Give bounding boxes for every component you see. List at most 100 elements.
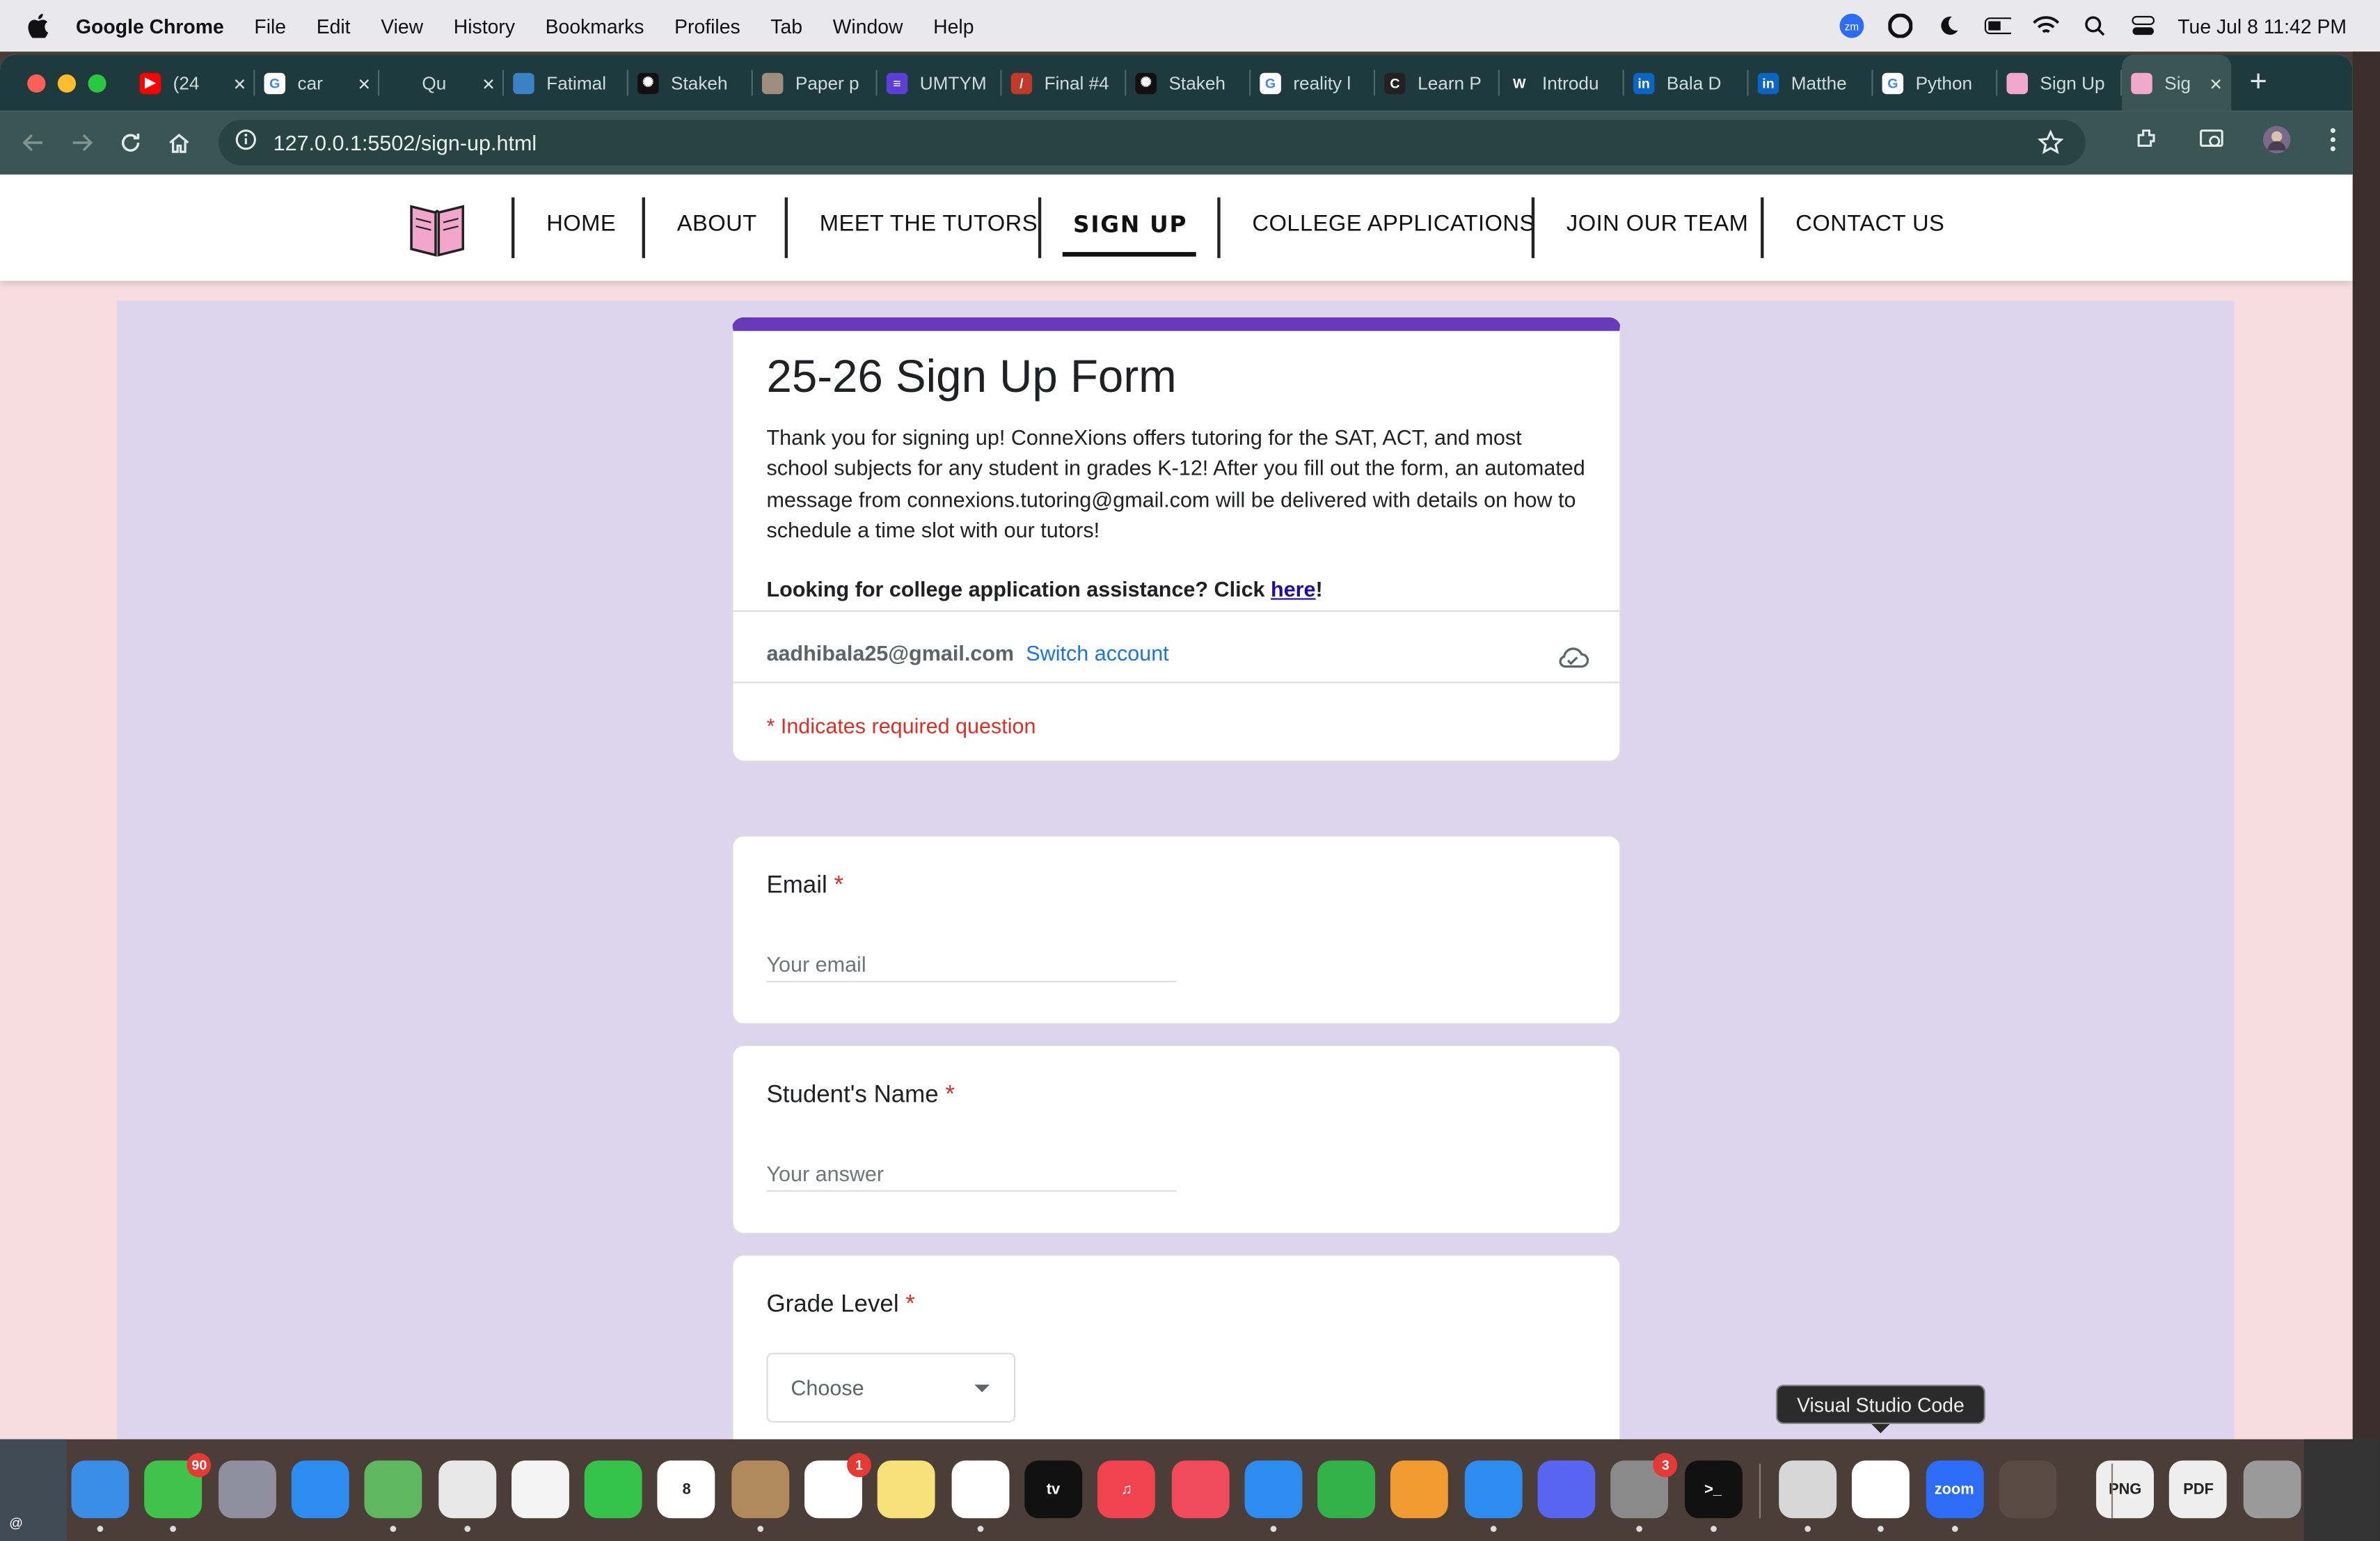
close-tab-icon[interactable]: ×: [482, 70, 495, 95]
dock-app-zoom-icon[interactable]: zoom: [1925, 1460, 1983, 1519]
switch-account-link[interactable]: Switch account: [1026, 641, 1168, 665]
menu-tab[interactable]: Tab: [770, 15, 802, 38]
browser-tab[interactable]: ≡ UMTYM: [878, 55, 1002, 111]
browser-tab[interactable]: ▶ (24 ×: [131, 55, 255, 111]
site-info-icon[interactable]: [234, 127, 258, 159]
dock-app-facetime-icon[interactable]: [584, 1460, 642, 1519]
forward-arrow-icon[interactable]: [67, 127, 97, 158]
dock-app-pages-icon[interactable]: [1390, 1460, 1449, 1519]
tab-favicon-icon: ✺: [637, 72, 659, 94]
profile-avatar[interactable]: [2262, 124, 2292, 162]
control-center-icon[interactable]: [2129, 12, 2156, 39]
menu-profiles[interactable]: Profiles: [674, 15, 740, 38]
dock-app-chrome-icon[interactable]: [438, 1460, 496, 1519]
dock-app-notes-icon[interactable]: [878, 1460, 936, 1519]
dock-app-news-icon[interactable]: [1171, 1460, 1229, 1519]
zoom-status-icon[interactable]: zm: [1838, 12, 1865, 39]
cast-search-icon[interactable]: [2198, 125, 2225, 160]
dock-app-terminal-icon[interactable]: >_: [1684, 1460, 1743, 1519]
moon-icon[interactable]: [1935, 12, 1962, 39]
dock-app-messages-icon[interactable]: 90: [144, 1453, 212, 1519]
dock-app-photos-icon[interactable]: [511, 1460, 569, 1519]
menu-bookmarks[interactable]: Bookmarks: [546, 15, 644, 38]
nav-join-our-team[interactable]: JOIN OUR TEAM: [1566, 211, 1748, 237]
nav-college-applications[interactable]: COLLEGE APPLICATIONS: [1252, 211, 1534, 237]
home-icon[interactable]: [164, 127, 195, 158]
dock-app-preview-icon[interactable]: [1779, 1460, 1836, 1519]
menu-window[interactable]: Window: [833, 15, 903, 38]
bookmark-star-icon[interactable]: [2037, 129, 2064, 164]
dock-app-discord-icon[interactable]: [1537, 1460, 1596, 1519]
book-logo-icon[interactable]: [407, 198, 468, 258]
browser-tab[interactable]: Paper p: [753, 55, 878, 111]
browser-tab[interactable]: C Learn P: [1375, 55, 1500, 111]
browser-tab[interactable]: ✺ Stakeh: [1126, 55, 1251, 111]
menu-app-name[interactable]: Google Chrome: [76, 15, 224, 38]
dock-app-pdf-file-icon[interactable]: PDF: [2169, 1460, 2228, 1519]
browser-tab[interactable]: Fatimal: [504, 55, 628, 111]
dock-app-visual-studio-code-icon[interactable]: [1852, 1460, 1910, 1519]
reload-icon[interactable]: [116, 127, 146, 158]
browser-tab[interactable]: Qu ×: [379, 55, 505, 111]
browser-tab[interactable]: ✺ Stakeh: [628, 55, 753, 111]
nav-meet-the-tutors[interactable]: MEET THE TUTORS: [820, 211, 1038, 237]
dock-app-calendar-icon[interactable]: 8: [658, 1460, 716, 1519]
menu-help[interactable]: Help: [933, 15, 974, 38]
menu-clock[interactable]: Tue Jul 8 11:42 PM: [2177, 15, 2347, 38]
email-input[interactable]: [766, 945, 1177, 983]
nav-sign-up[interactable]: SIGN UP: [1073, 211, 1187, 238]
nav-home[interactable]: HOME: [546, 211, 616, 237]
dock-app-tv-icon[interactable]: tv: [1024, 1460, 1082, 1519]
dock-app-music-icon[interactable]: ♫: [1097, 1460, 1156, 1519]
zoom-window-button[interactable]: [88, 73, 106, 92]
dock-app-contacts-icon[interactable]: [731, 1460, 789, 1519]
nav-contact-us[interactable]: CONTACT US: [1795, 211, 1944, 237]
back-arrow-icon[interactable]: [18, 127, 49, 158]
dock-app-safari-icon[interactable]: [291, 1460, 349, 1519]
address-bar[interactable]: 127.0.0.1:5502/sign-up.html: [219, 120, 2086, 166]
browser-tab[interactable]: in Bala D: [1624, 55, 1749, 111]
grammarly-icon[interactable]: [1887, 12, 1914, 39]
wifi-icon[interactable]: [2032, 12, 2059, 39]
close-tab-icon[interactable]: ×: [233, 70, 246, 95]
browser-tab[interactable]: Sign Up: [1997, 55, 2123, 111]
close-window-button[interactable]: [27, 73, 46, 92]
menu-history[interactable]: History: [454, 15, 515, 38]
apple-icon[interactable]: [27, 13, 49, 38]
menu-view[interactable]: View: [381, 15, 423, 38]
dock-app-trash-icon[interactable]: [2243, 1460, 2301, 1519]
dock-app-launchpad-icon[interactable]: [218, 1460, 276, 1519]
browser-tab[interactable]: in Matthe: [1749, 55, 1873, 111]
tab-active[interactable]: Sig ×: [2122, 54, 2232, 111]
more-options-icon[interactable]: [2329, 125, 2338, 160]
student-name-input[interactable]: [766, 1155, 1177, 1192]
dock-app-maps-icon[interactable]: [364, 1460, 422, 1519]
browser-tab[interactable]: Gcar ×: [255, 55, 380, 111]
dock-app-app-store-icon[interactable]: [1464, 1460, 1522, 1519]
dock-app-png-file-icon[interactable]: PNG: [2096, 1460, 2155, 1519]
nav-about[interactable]: ABOUT: [677, 211, 757, 237]
browser-tab[interactable]: Greality l: [1251, 55, 1376, 111]
dock-app-system-settings-icon[interactable]: 3: [1610, 1453, 1678, 1519]
dock-app-freeform-icon[interactable]: [951, 1460, 1009, 1519]
browser-tab[interactable]: W Introdu: [1500, 55, 1624, 111]
close-tab-icon[interactable]: ×: [2210, 70, 2222, 95]
spotlight-search-icon[interactable]: [2081, 12, 2108, 39]
dock-app-keynote-icon[interactable]: [1244, 1460, 1302, 1519]
menu-edit[interactable]: Edit: [317, 15, 351, 38]
new-tab-button[interactable]: +: [2249, 65, 2267, 100]
browser-tab[interactable]: G Python: [1873, 55, 1998, 111]
dock-app-rocket-icon[interactable]: [1999, 1460, 2056, 1519]
dock-app-numbers-icon[interactable]: [1317, 1460, 1376, 1519]
dock-app-reminders-icon[interactable]: 1: [804, 1453, 871, 1519]
grade-level-dropdown[interactable]: Choose: [766, 1352, 1016, 1423]
close-tab-icon[interactable]: ×: [358, 70, 370, 95]
browser-tab[interactable]: / Final #4: [1002, 55, 1127, 111]
battery-icon[interactable]: [1983, 12, 2011, 39]
extensions-icon[interactable]: [2134, 125, 2161, 160]
dock-app-finder-icon[interactable]: [71, 1460, 129, 1519]
minimize-window-button[interactable]: [57, 73, 77, 92]
url-text[interactable]: 127.0.0.1:5502/sign-up.html: [273, 131, 537, 155]
college-link[interactable]: here: [1271, 577, 1316, 601]
menu-file[interactable]: File: [254, 15, 286, 38]
